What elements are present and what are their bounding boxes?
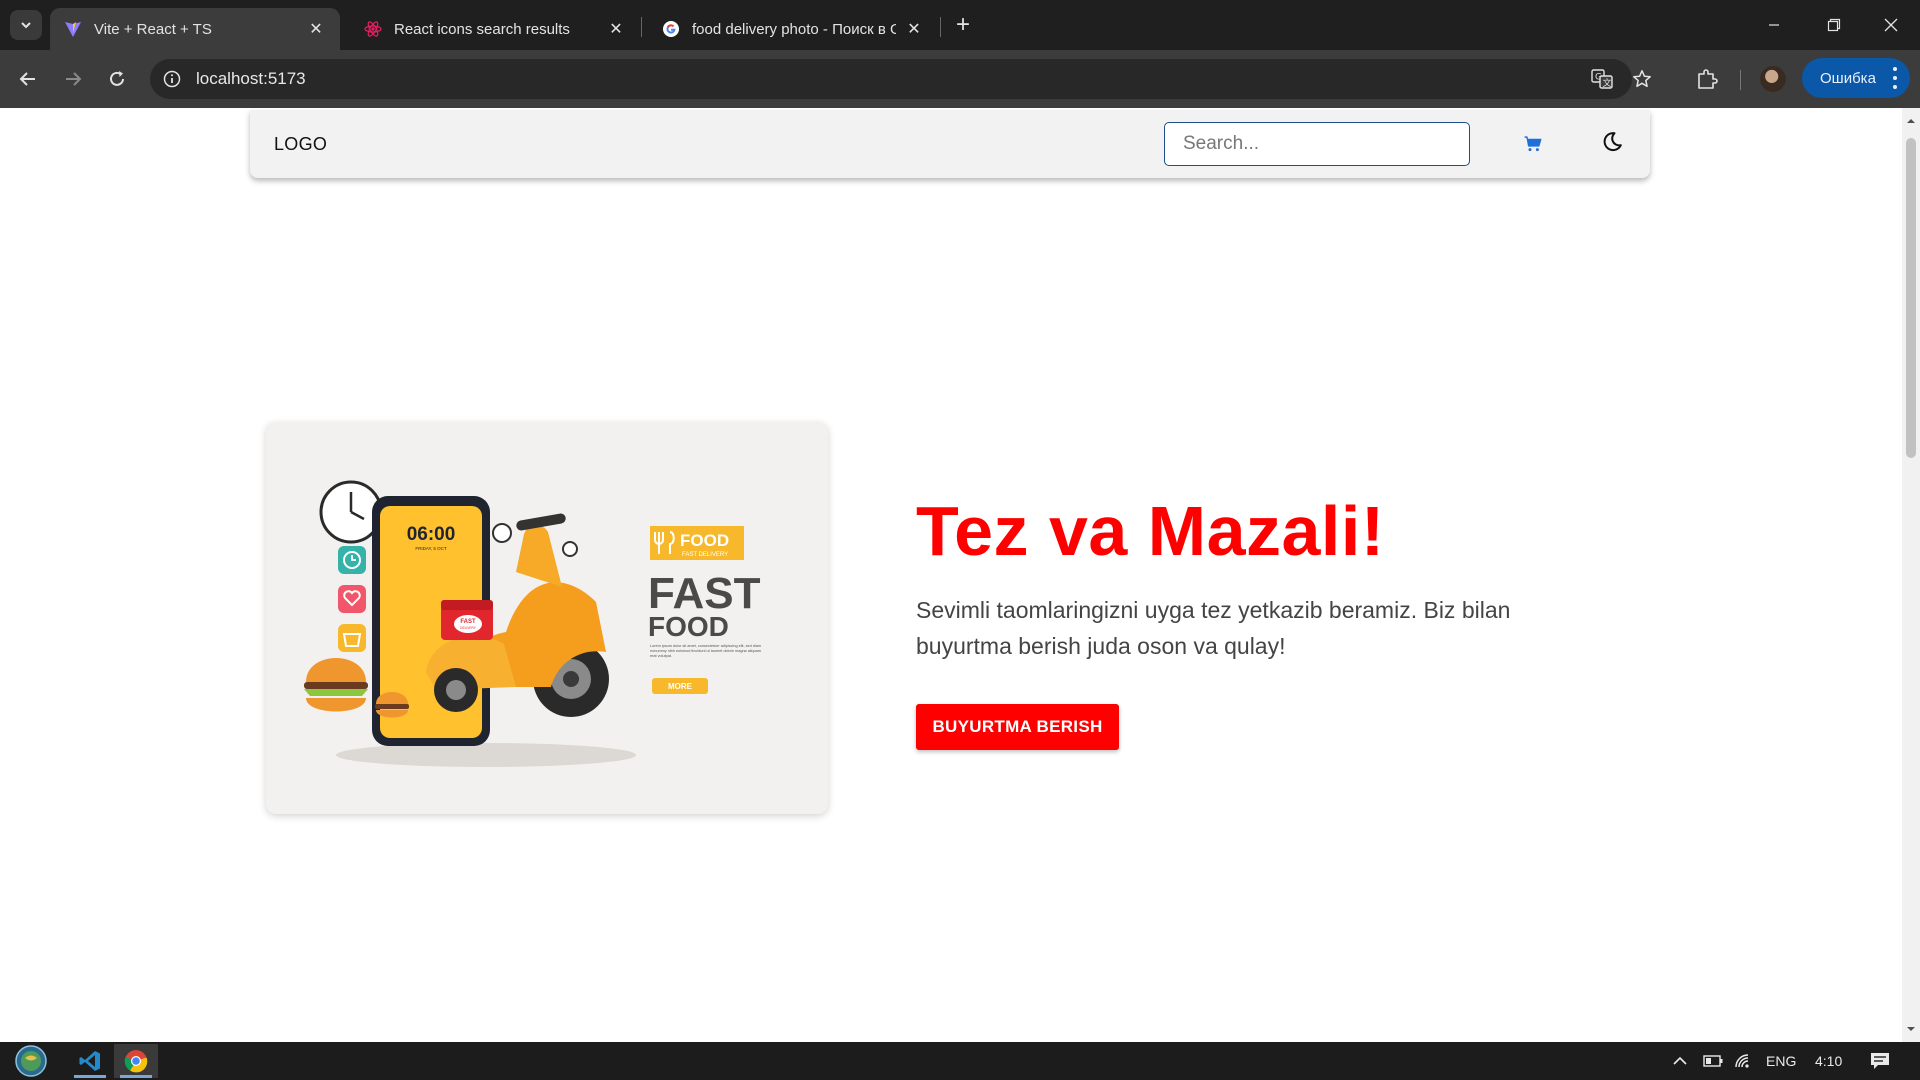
minimize-button[interactable] [1751,10,1797,40]
moon-icon [1603,132,1622,152]
reload-button[interactable] [101,63,133,95]
page-viewport: LOGO 06:00 [0,108,1902,1042]
page-scrollbar[interactable] [1902,108,1920,1042]
tray-overflow-icon[interactable] [1672,1042,1688,1080]
scroll-down-icon[interactable] [1906,1024,1916,1034]
close-icon[interactable]: ✕ [904,19,924,39]
image-subheadline-text: FOOD [648,611,729,642]
os-taskbar: ENG 4:10 [0,1042,1920,1080]
error-label: Ошибка [1820,69,1876,87]
profile-error-button[interactable]: Ошибка [1802,58,1910,98]
theme-toggle-button[interactable] [1600,130,1624,154]
google-icon [662,20,680,38]
browser-tab-strip: Vite + React + TS ✕ React icons search r… [0,0,1920,50]
react-icon [364,20,382,38]
tab-title: Vite + React + TS [94,20,212,38]
cart-icon [1524,136,1542,152]
url-text[interactable]: localhost:5173 [196,59,306,99]
profile-avatar[interactable] [1760,66,1786,92]
tab-divider [940,17,941,37]
image-more-text: MORE [668,682,693,691]
arrow-left-icon [19,72,35,86]
scroll-up-icon[interactable] [1906,116,1916,126]
illustration-shadow [336,743,636,767]
notifications-icon[interactable] [1870,1042,1890,1080]
minimize-icon [1769,24,1779,26]
site-info-icon[interactable] [160,67,184,91]
tab-react-icons[interactable]: React icons search results ✕ [350,8,640,50]
kebab-menu-icon[interactable] [1892,67,1898,89]
app-navbar: LOGO [250,110,1650,178]
hero-description: Sevimli taomlaringizni uyga tez yetkazib… [916,597,1511,659]
logo[interactable]: LOGO [274,110,327,178]
cart-button[interactable] [1522,134,1544,154]
battery-icon[interactable] [1703,1042,1723,1080]
svg-text:文: 文 [1603,77,1612,89]
new-tab-button[interactable]: + [950,13,976,39]
basket-app-icon [338,624,366,652]
browser-toolbar: localhost:5173 G文 Ошибка [0,50,1920,108]
wifi-icon[interactable] [1734,1042,1752,1080]
chevron-down-icon [21,22,31,29]
restore-icon [1827,18,1841,32]
search-input[interactable] [1164,122,1470,166]
address-bar[interactable]: localhost:5173 G文 [150,59,1651,99]
close-icon[interactable]: ✕ [606,19,626,39]
windows-orb-icon [15,1045,47,1077]
clock-time[interactable]: 4:10 [1815,1042,1842,1080]
close-window-button[interactable] [1868,10,1914,40]
order-button[interactable]: BUYURTMA BERISH [916,704,1119,750]
fast-food-badge: FOOD FAST DELIVERY [650,526,744,560]
hero-image: 06:00 FRIDAY, 5 OCT FAST DELIVERY FOOD F… [266,422,828,814]
badge-sub-text: FAST DELIVERY [682,552,728,558]
phone-clock-text: 06:00 [407,524,456,545]
box-sub-text: DELIVERY [460,626,477,630]
extensions-icon[interactable] [1692,64,1722,94]
burger-illustration [304,658,368,712]
image-body-text: Lorem ipsum dolor sit amet, consectetuer… [650,644,762,658]
tab-title: food delivery photo - Поиск в Google [692,20,896,38]
language-indicator[interactable]: ENG [1766,1042,1796,1080]
tab-google-search[interactable]: food delivery photo - Поиск в Google ✕ [648,8,938,50]
scrollbar-thumb[interactable] [1906,138,1916,458]
forward-button[interactable] [57,63,89,95]
heart-app-icon [338,585,366,613]
hero-title: Tez va Mazali! [916,492,1385,570]
close-icon[interactable]: ✕ [306,19,326,39]
taskbar-chrome[interactable] [114,1044,158,1078]
start-button[interactable] [10,1044,52,1078]
chrome-icon [124,1050,148,1073]
reload-icon [110,71,124,86]
timer-app-icon [338,546,366,574]
image-body-text-block: Lorem ipsum dolor sit amet, consectetuer… [650,644,762,658]
tab-divider [641,17,642,37]
box-label-text: FAST [460,619,476,625]
arrow-right-icon [66,72,82,86]
star-icon[interactable] [1630,67,1654,91]
vscode-icon [79,1051,100,1071]
tab-vite-react[interactable]: Vite + React + TS ✕ [50,8,340,50]
taskbar-vscode[interactable] [68,1044,112,1078]
toolbar-divider [1740,70,1741,90]
badge-food-text: FOOD [680,531,729,550]
tab-title: React icons search results [394,20,570,38]
phone-date-text: FRIDAY, 5 OCT [415,546,447,551]
vite-icon [64,20,82,38]
small-burger-illustration [375,692,409,718]
tab-search-button[interactable] [10,10,42,40]
restore-button[interactable] [1811,10,1857,40]
back-button[interactable] [12,63,44,95]
translate-icon[interactable]: G文 [1590,67,1614,91]
close-icon [1884,18,1898,32]
